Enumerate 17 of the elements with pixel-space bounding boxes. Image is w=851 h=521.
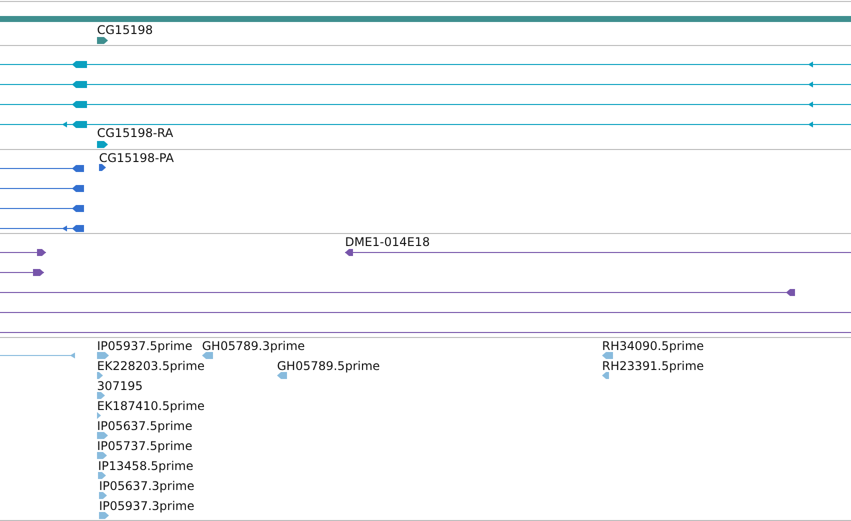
feature-label: IP05737.5prime — [97, 439, 192, 453]
feature-label: EK228203.5prime — [97, 359, 205, 373]
feature-label: IP05637.5prime — [97, 419, 192, 433]
feature-label: 307195 — [97, 379, 143, 393]
feature-label: DME1-014E18 — [345, 235, 430, 249]
feature-label: GH05789.5prime — [277, 359, 380, 373]
feature-label: CG15198-RA — [97, 126, 174, 140]
feature-label: IP05937.3prime — [99, 499, 194, 513]
feature-label: RH34090.5prime — [602, 339, 704, 353]
feature-label: IP05937.5prime — [97, 339, 192, 353]
feature-label: IP05637.3prime — [99, 479, 194, 493]
feature-label: RH23391.5prime — [602, 359, 704, 373]
feature-label: IP13458.5prime — [98, 459, 194, 473]
feature-label: EK187410.5prime — [97, 399, 205, 413]
feature-label: CG15198-PA — [99, 151, 174, 165]
feature-label: CG15198 — [97, 23, 153, 37]
feature-label: GH05789.3prime — [202, 339, 305, 353]
